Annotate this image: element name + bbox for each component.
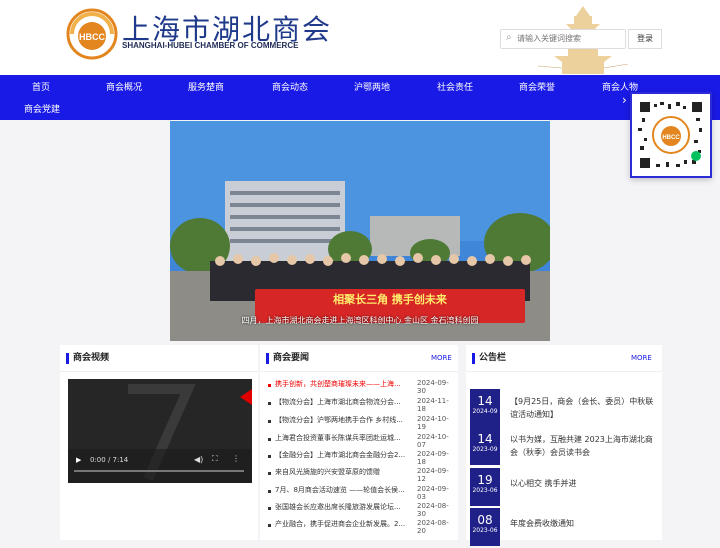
video-prev-arrow-icon[interactable] <box>240 389 252 405</box>
banner-slogan: 相聚长三角 携手创未来 <box>333 292 448 306</box>
logo-title-en: SHANGHAI-HUBEI CHAMBER OF COMMERCE <box>122 41 299 50</box>
notice-date-badge: 14 2023-09 <box>470 427 500 465</box>
volume-icon[interactable]: ◀) <box>194 455 203 464</box>
fullscreen-icon[interactable]: ⛶ <box>212 454 218 464</box>
video-progress-bar[interactable] <box>74 470 244 472</box>
news-panel-title: 商会要闻 <box>266 353 309 364</box>
qr-logo-badge-text: HBCC <box>662 135 680 141</box>
nav-item-services[interactable]: 服务楚商 <box>188 80 224 93</box>
login-button[interactable]: 登录 <box>628 29 662 49</box>
news-item[interactable]: 来自风光旖旎的兴安盟草原的馈赠 2024-09-12 <box>266 467 454 485</box>
search-box: ⌕ <box>500 29 626 49</box>
news-item[interactable]: 【物流分会】沪鄂两地携手合作 乡村线... 2024-10-19 <box>266 415 454 433</box>
notice-date-badge: 19 2023-06 <box>470 468 500 506</box>
nav-item-social-responsibility[interactable]: 社会责任 <box>437 80 473 93</box>
nav-item-honors[interactable]: 商会荣誉 <box>519 80 555 93</box>
news-item[interactable]: 【金融分会】上海市湖北商会金融分会2... 2024-09-18 <box>266 450 454 468</box>
notice-title: 以心相交 携手并进 <box>510 479 577 488</box>
search-icon[interactable]: ⌕ <box>506 32 512 43</box>
wechat-qr-popup: HBCC <box>630 92 712 178</box>
news-item[interactable]: 7月、8月商会活动速览 ——轮值会长侯... 2024-09-03 <box>266 485 454 503</box>
site-header: HBCC 上海市湖北商会 SHANGHAI-HUBEI CHAMBER OF C… <box>0 0 720 75</box>
news-item[interactable]: 携手创新，共创楚商璀璨未来——上海... 2024-09-30 <box>266 379 454 397</box>
notice-item[interactable]: 19 2023-06 以心相交 携手并进 <box>470 468 660 508</box>
nav-item-shanghai-hubei[interactable]: 沪鄂两地 <box>354 80 390 93</box>
notice-item[interactable]: 14 2023-09 以书为媒，互融共建 2023上海市湖北商会（秋季）会员读书会 <box>470 427 660 467</box>
news-item[interactable]: 产业融合，携手促进商会企业新发展。2... 2024-08-20 <box>266 519 454 537</box>
banner-caption: 四月，上海市湖北商会走进上海湾区科创中心 金山区 金石湾科创园 <box>241 316 479 325</box>
logo-badge-text: HBCC <box>79 32 105 42</box>
notice-item[interactable]: 14 2024-09 【9月25日，商会（会长、委员）中秋联谊活动通知】 <box>470 389 660 429</box>
video-poster <box>68 379 252 483</box>
notice-title: 年度会费收缴通知 <box>510 519 574 528</box>
video-time: 0:00 / 7:14 <box>90 456 129 464</box>
notice-title: 【9月25日，商会（会长、委员）中秋联谊活动通知】 <box>510 397 654 419</box>
chevron-right-icon[interactable]: › <box>622 93 627 107</box>
notice-date-badge: 14 2024-09 <box>470 389 500 427</box>
more-options-icon[interactable]: ⋮ <box>232 454 240 463</box>
notice-title: 以书为媒，互融共建 2023上海市湖北商会（秋季）会员读书会 <box>510 435 653 457</box>
news-item[interactable]: 上海君合投资董事长陈谋兵率团赴运城... 2024-10-07 <box>266 433 454 451</box>
notice-more-link[interactable]: MORE <box>631 354 652 362</box>
news-more-link[interactable]: MORE <box>431 354 452 362</box>
nav-item-overview[interactable]: 商会概况 <box>106 80 142 93</box>
search-input[interactable] <box>517 31 621 45</box>
hbcc-logo-icon[interactable]: HBCC <box>66 8 118 60</box>
banner-photo: 相聚长三角 携手创未来 <box>170 121 550 341</box>
notice-panel-title: 公告栏 <box>472 353 506 364</box>
hero-banner[interactable]: 相聚长三角 携手创未来 四月，上海市湖北商会走进上海湾区科创中心 金山区 金石湾… <box>170 121 550 341</box>
news-item[interactable]: 张国雄会长应邀出席长隆旅游发展论坛... 2024-08-30 <box>266 502 454 520</box>
video-player[interactable] <box>68 379 252 483</box>
news-item[interactable]: 【物流分会】上海市湖北商会物流分会... 2024-11-18 <box>266 397 454 415</box>
video-panel-title: 商会视频 <box>66 353 109 364</box>
nav-item-news[interactable]: 商会动态 <box>272 80 308 93</box>
play-icon[interactable]: ▶ <box>76 456 81 464</box>
nav-item-home[interactable]: 首页 <box>32 80 50 93</box>
nav-item-party[interactable]: 商会党建 <box>24 102 60 115</box>
qr-code-icon: HBCC <box>636 98 706 172</box>
notice-item[interactable]: 08 2023-06 年度会费收缴通知 <box>470 508 660 548</box>
notice-date-badge: 08 2023-06 <box>470 508 500 546</box>
